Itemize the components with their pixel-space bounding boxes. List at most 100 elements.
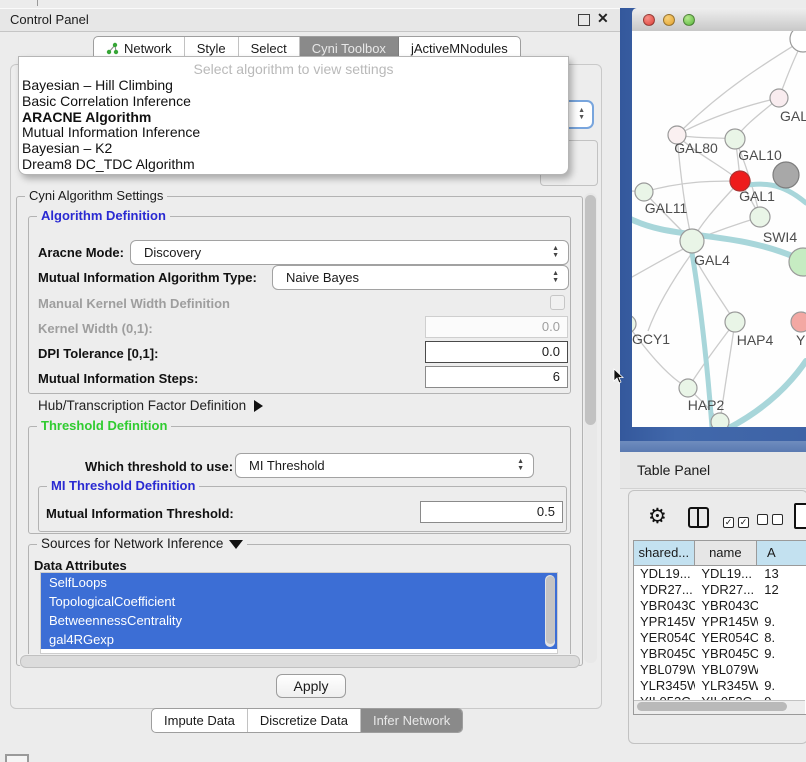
checked-box-icon: ✓ [738,517,749,528]
network-window-titlebar[interactable] [632,8,806,32]
deselect-all-columns-icon[interactable] [757,512,787,530]
table-row[interactable]: YPR145WYPR145W9. [634,614,806,630]
hub-definition-toggle[interactable]: Hub/Transcription Factor Definition [38,398,263,413]
cyni-mode-tab-bar: Impute Data Discretize Data Infer Networ… [151,708,463,733]
settings-scrollbar-thumb[interactable] [585,195,596,425]
node-label: Y [796,332,806,348]
which-threshold-value: MI Threshold [236,458,325,473]
unchecked-box-icon [772,514,783,525]
float-panel-icon[interactable] [578,14,590,26]
checked-box-icon: ✓ [723,517,734,528]
aracne-mode-select[interactable]: Discovery ▲▼ [130,240,569,265]
table-panel-titlebar: Table Panel [620,452,806,489]
panel-title: Control Panel [10,12,89,27]
algorithm-option[interactable]: Bayesian – K2 [19,141,568,157]
algorithm-option[interactable]: Dream8 DC_TDC Algorithm [19,157,568,173]
spinner-arrows-icon: ▲▼ [552,270,559,284]
mi-threshold-field[interactable]: 0.5 [420,501,563,523]
which-threshold-label: Which threshold to use: [85,459,233,474]
mi-steps-field[interactable]: 6 [425,366,568,388]
select-all-columns-icon[interactable]: ✓✓ [723,512,753,530]
table-row[interactable]: YLR345WYLR345W9. [634,678,806,694]
manual-kernel-label: Manual Kernel Width Definition [38,296,230,311]
table-row[interactable]: YDL19...YDL19...13 [634,566,806,582]
collapsed-panel-icon[interactable] [5,754,29,762]
app-root: Control Panel ✕ Network Style Select Cyn… [0,0,806,762]
dpi-tolerance-field[interactable]: 0.0 [425,341,568,363]
table-hscrollbar-thumb[interactable] [637,702,787,711]
export-table-icon[interactable] [794,503,806,529]
mi-type-select[interactable]: Naive Bayes ▲▼ [272,265,569,290]
zoom-window-icon[interactable] [683,14,695,26]
node-label: HAP4 [737,332,774,348]
algorithm-option[interactable]: Mutual Information Inference [19,125,568,141]
group-title: Cyni Algorithm Settings [25,188,167,203]
unchecked-box-icon [757,514,768,525]
which-threshold-select[interactable]: MI Threshold ▲▼ [235,453,534,478]
network-node-labels: GAL GAL80 GAL10 GAL1 GAL11 SWI4 GAL4 GCY… [632,108,806,413]
network-icon [106,42,119,55]
mi-steps-label: Mutual Information Steps: [38,371,198,386]
tab-label: Discretize Data [260,709,348,732]
column-header-name[interactable]: name [695,541,757,565]
column-header-partial[interactable]: A [757,541,806,565]
column-layout-icon[interactable] [688,507,709,528]
minimize-window-icon[interactable] [663,14,675,26]
mi-type-label: Mutual Information Algorithm Type: [38,270,257,285]
tab-infer-network[interactable]: Infer Network [361,709,462,732]
table-row[interactable]: YDR27...YDR27...12 [634,582,806,598]
tab-discretize-data[interactable]: Discretize Data [248,709,361,732]
data-attributes-label: Data Attributes [34,558,127,573]
spinner-arrows-icon: ▲▼ [552,245,559,259]
table-panel-title: Table Panel [637,462,710,478]
node-label: GAL10 [738,147,782,163]
table-row[interactable]: YER054CYER054C8. [634,630,806,646]
node-table: shared... name A YDL19...YDL19...13 YDR2… [633,540,806,715]
table-row[interactable]: YBR043CYBR043C [634,598,806,614]
mi-threshold-label: Mutual Information Threshold: [46,506,234,521]
attribute-item[interactable]: SelfLoops [41,573,557,592]
sources-legend: Sources for Network Inference [41,536,223,551]
table-row[interactable]: YBL079WYBL079W [634,662,806,678]
attribute-item[interactable]: TopologicalCoefficient [41,592,557,611]
mouse-cursor [613,368,625,384]
attribute-item[interactable]: BetweennessCentrality [41,611,557,630]
node-label: HAP2 [688,397,725,413]
node-label: SWI4 [763,229,797,245]
close-window-icon[interactable] [643,14,655,26]
attribute-item[interactable]: gal4RGexp [41,630,557,649]
aracne-mode-label: Aracne Mode: [38,245,124,260]
settings-hscrollbar-thumb[interactable] [20,655,580,668]
tab-impute-data[interactable]: Impute Data [152,709,248,732]
apply-button[interactable]: Apply [276,674,346,698]
network-edges-teal [632,184,806,427]
kernel-width-field[interactable]: 0.0 [425,316,568,338]
network-canvas[interactable]: GAL GAL80 GAL10 GAL1 GAL11 SWI4 GAL4 GCY… [632,31,806,427]
algorithm-dropdown-popup: Select algorithm to view settings Bayesi… [18,56,569,175]
attributes-scrollbar-thumb[interactable] [546,576,555,644]
node-label: GAL80 [674,140,718,156]
algorithm-option[interactable]: Bayesian – Hill Climbing [19,78,568,94]
tab-label: Impute Data [164,709,235,732]
algorithm-option-aracne[interactable]: ARACNE Algorithm [19,110,568,126]
node-label: GAL1 [739,188,775,204]
node-label: GCY1 [632,331,670,347]
aracne-mode-value: Discovery [131,245,201,260]
sources-legend-toggle[interactable]: Sources for Network Inference [37,536,247,551]
network-window-bottom-bar [620,441,806,452]
gear-icon[interactable]: ⚙ [648,504,667,529]
algorithm-option[interactable]: Basic Correlation Inference [19,94,568,110]
algorithm-definition-legend: Algorithm Definition [37,208,170,223]
dpi-tolerance-label: DPI Tolerance [0,1]: [38,346,158,361]
close-panel-icon[interactable]: ✕ [597,10,609,27]
top-divider-tick [37,0,38,6]
manual-kernel-checkbox[interactable] [550,295,565,310]
table-header-row: shared... name A [634,541,806,566]
column-header-shared-name[interactable]: shared... [634,541,695,565]
chevron-right-icon [254,400,263,412]
chevron-down-icon [229,540,243,549]
mi-type-value: Naive Bayes [273,270,359,285]
tab-label: Infer Network [373,709,450,732]
table-row[interactable]: YBR045CYBR045C9. [634,646,806,662]
spinner-arrows-icon: ▲▼ [517,458,524,472]
